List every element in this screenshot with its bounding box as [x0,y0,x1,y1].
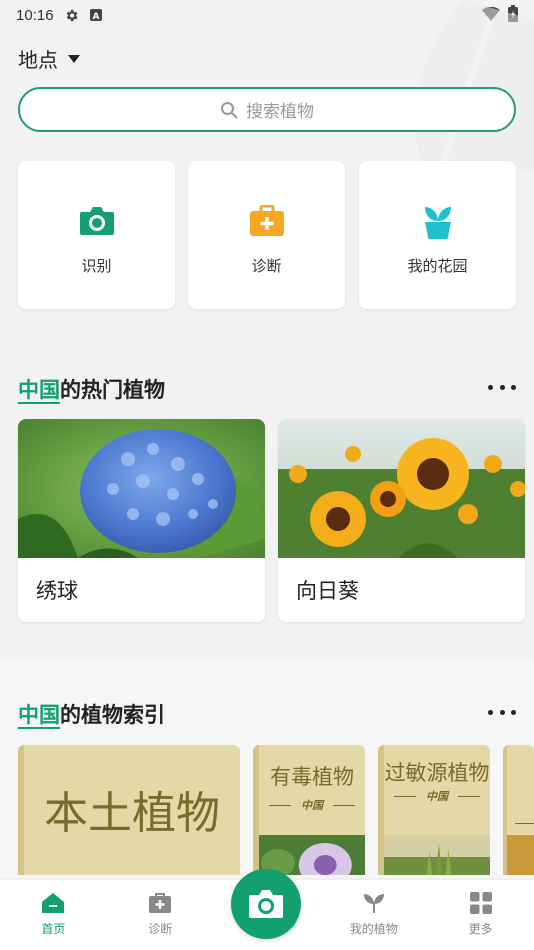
popular-section-title: 中国的热门植物 [18,374,165,404]
settings-gear-icon [64,8,79,23]
identify-card[interactable]: 识别 [18,161,175,309]
diagnose-label: 诊断 [251,257,282,275]
hydrangea-photo [18,419,265,558]
plant-name-hydrangea: 绣球 [36,579,78,603]
status-time: 10:16 [16,6,54,24]
camera-button[interactable] [231,869,301,939]
book-country-toxic: 中国 [259,797,365,813]
index-more-icon[interactable] [488,707,516,717]
index-title-rest: 的植物索引 [60,703,165,727]
book-toxic-plants[interactable]: 有毒植物 中国 [253,745,365,875]
sprout-icon [363,894,384,913]
book-title-native: 本土植物 [44,788,220,839]
caret-down-icon [68,54,80,63]
nav-more-label: 更多 [468,922,493,936]
book-native-plants[interactable]: 本土植物 [18,745,240,875]
camera-icon [249,890,283,918]
nav-diagnose[interactable]: 诊断 [107,880,214,950]
home-icon [42,893,65,913]
leaf-watermark-icon [414,0,534,170]
search-placeholder: 搜索植物 [246,102,314,122]
camera-icon [77,201,117,241]
search-icon [221,101,238,118]
nav-my-plants[interactable]: 我的植物 [320,880,427,950]
plant-name-sunflower: 向日葵 [296,579,359,603]
plant-card-hydrangea[interactable]: 绣球 [18,419,265,622]
sunflower-photo [278,419,525,558]
plant-pot-icon [418,201,458,241]
nav-home-label: 首页 [41,922,66,936]
first-aid-icon [247,201,287,241]
first-aid-icon [149,893,172,913]
location-label: 地点 [18,48,58,72]
book-allergen-plants[interactable]: 过敏源植物 中国 [378,745,490,875]
location-selector[interactable]: 地点 [18,44,80,73]
book-more-partial[interactable] [503,745,534,875]
svg-text:A: A [92,12,99,22]
nav-more[interactable]: 更多 [427,880,534,950]
grid-icon [469,892,492,914]
my-garden-label: 我的花园 [407,257,468,275]
region-link[interactable]: 中国 [18,378,60,402]
toxic-plant-photo [259,835,365,875]
search-bar[interactable]: 搜索植物 [18,87,516,132]
book-title-allergen: 过敏源植物 [384,761,490,785]
my-garden-card[interactable]: 我的花园 [359,161,516,309]
popular-more-icon[interactable] [488,382,516,392]
allergen-plant-photo [384,835,490,875]
nav-home[interactable]: 首页 [0,880,107,950]
popular-title-rest: 的热门植物 [60,378,165,402]
diagnose-card[interactable]: 诊断 [188,161,345,309]
plant-card-sunflower[interactable]: 向日葵 [278,419,525,622]
index-section-title: 中国的植物索引 [18,699,165,729]
nav-my-plants-label: 我的植物 [349,922,398,936]
book-country-allergen: 中国 [384,788,490,804]
book-more-photo [507,835,534,875]
index-region-link[interactable]: 中国 [18,703,60,727]
keyboard-a-icon: A [89,8,103,22]
identify-label: 识别 [81,257,112,275]
book-title-toxic: 有毒植物 [270,765,354,789]
nav-diagnose-label: 诊断 [148,922,173,936]
